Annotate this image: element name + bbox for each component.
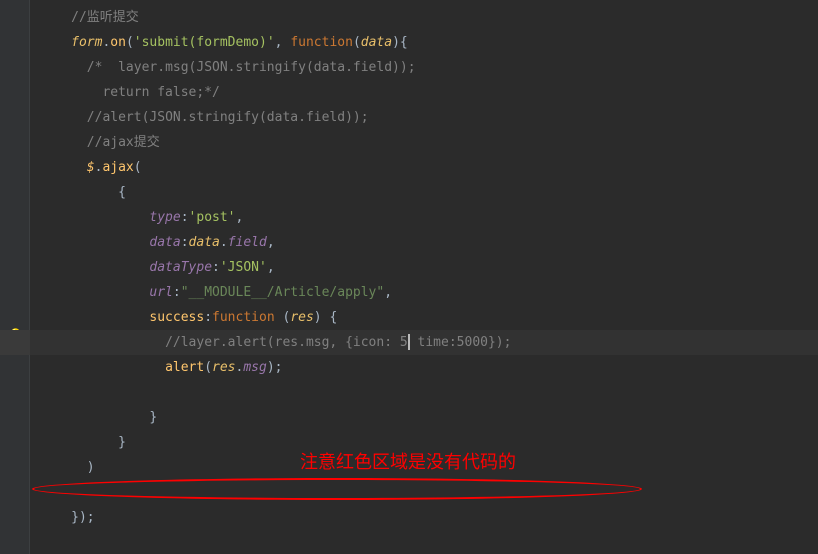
code-line: //alert(JSON.stringify(data.field)); xyxy=(30,105,818,130)
code-line: url:"__MODULE__/Article/apply", xyxy=(30,280,818,305)
code-line: //ajax提交 xyxy=(30,130,818,155)
code-line: type:'post', xyxy=(30,205,818,230)
annotation-ellipse xyxy=(32,478,642,500)
code-line: }); xyxy=(30,505,818,530)
code-line: form.on('submit(formDemo)', function(dat… xyxy=(30,30,818,55)
annotation-text: 注意红色区域是没有代码的 xyxy=(300,448,516,474)
code-line: success:function (res) { xyxy=(30,305,818,330)
code-line-active: //layer.alert(res.msg, {icon: 5 time:500… xyxy=(30,330,818,355)
comment-text: //监听提交 xyxy=(71,10,139,25)
code-line: return false;*/ xyxy=(30,80,818,105)
code-line: $.ajax( xyxy=(30,155,818,180)
code-line: { xyxy=(30,180,818,205)
code-line: //监听提交 xyxy=(30,5,818,30)
code-line: alert(res.msg); xyxy=(30,355,818,380)
code-line xyxy=(30,380,818,405)
code-line: dataType:'JSON', xyxy=(30,255,818,280)
code-line: data:data.field, xyxy=(30,230,818,255)
code-line: } xyxy=(30,405,818,430)
text-cursor xyxy=(408,334,410,350)
code-line: /* layer.msg(JSON.stringify(data.field))… xyxy=(30,55,818,80)
editor-gutter: 💡 xyxy=(0,0,30,554)
